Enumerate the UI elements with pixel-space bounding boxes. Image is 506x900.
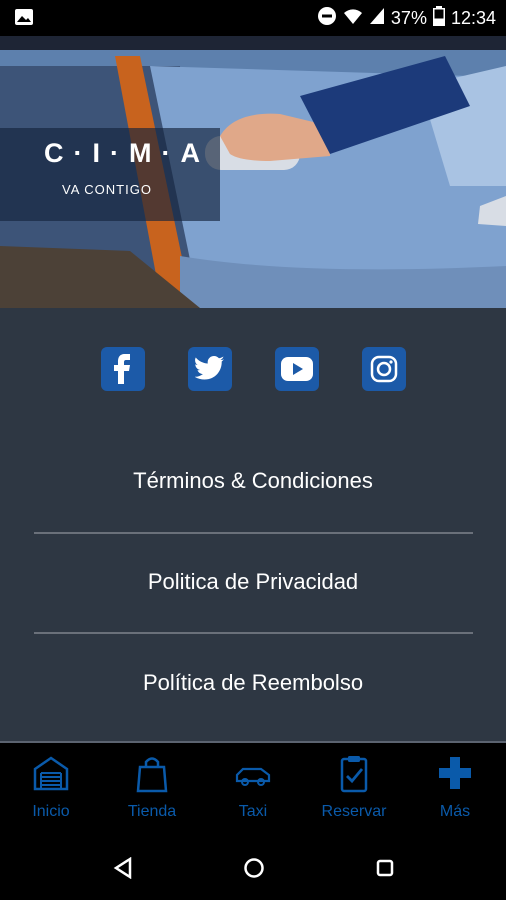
- bottom-tab-bar: Inicio Tienda Taxi Reservar Más: [0, 741, 506, 833]
- clipboard-check-icon: [340, 756, 368, 793]
- tab-taxi[interactable]: Taxi: [203, 743, 303, 833]
- clock: 12:34: [450, 8, 496, 28]
- logo-subtitle: VA CONTIGO: [62, 182, 152, 197]
- tab-label: Reservar: [321, 803, 387, 820]
- hero-banner: C·I·M·A VA CONTIGO: [0, 36, 506, 308]
- brand-logo: C·I·M·A VA CONTIGO: [0, 128, 220, 221]
- terms-link[interactable]: Términos & Condiciones: [0, 468, 506, 494]
- battery-icon: [432, 6, 445, 31]
- divider: [34, 532, 473, 534]
- instagram-icon[interactable]: [362, 347, 406, 391]
- signal-icon: [369, 7, 385, 30]
- recents-icon[interactable]: [370, 853, 400, 883]
- tab-mas[interactable]: Más: [405, 743, 505, 833]
- tab-label: Inicio: [32, 803, 70, 820]
- privacy-policy-link[interactable]: Politica de Privacidad: [0, 569, 506, 595]
- back-icon[interactable]: [108, 853, 138, 883]
- tab-tienda[interactable]: Tienda: [102, 743, 202, 833]
- plus-icon: [439, 757, 471, 789]
- logo-title: C·I·M·A: [44, 138, 210, 168]
- garage-icon: [33, 756, 69, 791]
- tab-reservar[interactable]: Reservar: [304, 743, 404, 833]
- shopping-bag-icon: [136, 757, 168, 793]
- system-nav-bar: [0, 833, 506, 900]
- do-not-disturb-icon: [317, 6, 337, 31]
- tab-label: Más: [439, 803, 471, 820]
- tab-inicio[interactable]: Inicio: [1, 743, 101, 833]
- wifi-icon: [343, 7, 363, 30]
- social-links: [0, 347, 506, 391]
- image-icon: [14, 8, 34, 26]
- home-icon[interactable]: [239, 853, 269, 883]
- twitter-icon[interactable]: [188, 347, 232, 391]
- facebook-icon[interactable]: [101, 347, 145, 391]
- divider: [34, 632, 473, 634]
- battery-percent: 37%: [390, 8, 427, 28]
- tab-label: Tienda: [127, 803, 177, 820]
- youtube-icon[interactable]: [275, 347, 319, 391]
- tab-label: Taxi: [238, 803, 268, 820]
- status-bar: 37% 12:34: [0, 0, 506, 36]
- car-icon: [235, 767, 271, 786]
- refund-policy-link[interactable]: Política de Reembolso: [0, 670, 506, 696]
